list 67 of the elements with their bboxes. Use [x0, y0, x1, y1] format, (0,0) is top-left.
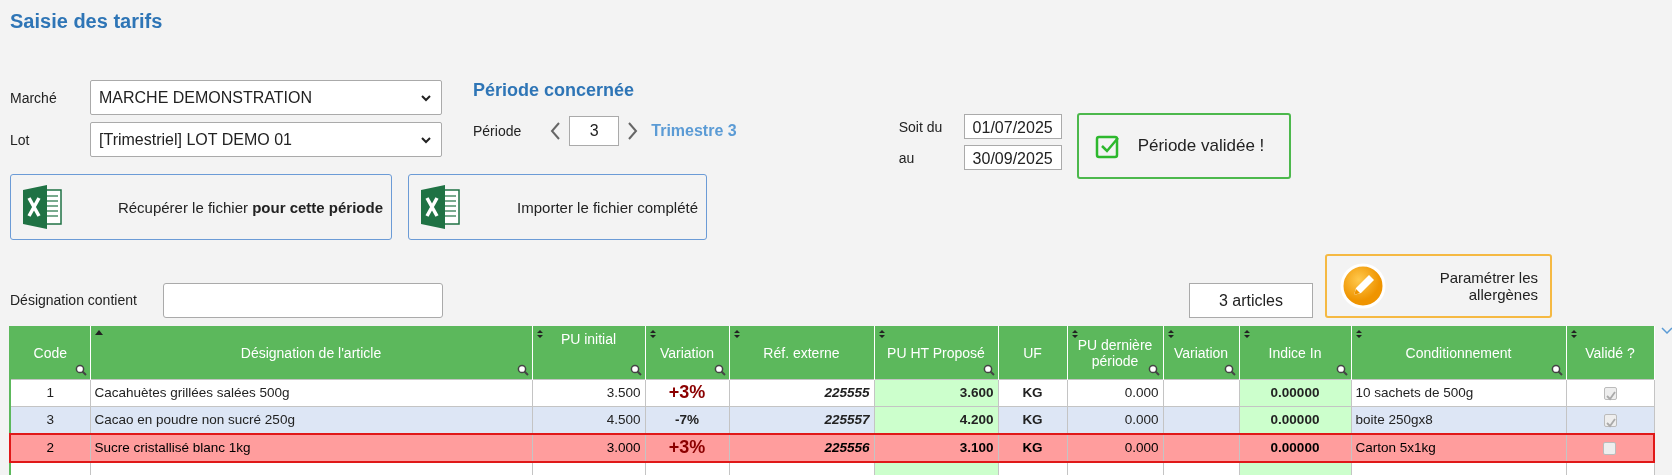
table-cell: Sucre cristallisé blanc 1kg [94, 440, 251, 455]
table-cell: 1 [46, 385, 54, 400]
export-button[interactable]: Récupérer le fichier pour cette période [10, 174, 392, 240]
table-cell: 0.000 [1124, 385, 1159, 400]
table-cell: 0.000 [1124, 412, 1159, 427]
column-header[interactable]: Réf. externe [763, 344, 840, 361]
table-cell: 0.00000 [1270, 385, 1320, 400]
table-cell: 3.600 [959, 385, 994, 400]
pencil-icon [1339, 262, 1387, 310]
table-cell: 3.100 [959, 440, 994, 455]
dropdown[interactable]: [Trimestriel] LOT DEMO 01 [90, 122, 442, 157]
table-cell: KG [1022, 440, 1043, 455]
variation-value: +3% [668, 382, 706, 402]
table-cell: KG [1022, 412, 1043, 427]
chevron-icon [1661, 326, 1672, 335]
export-button[interactable]: Importer le fichier complété [408, 174, 707, 240]
table-cell: Carton 5x1kg [1355, 440, 1436, 455]
page-title: Saisie des tarifs [10, 10, 164, 34]
table-cell: 0.00000 [1270, 412, 1320, 427]
table-cell: 4.500 [606, 412, 641, 427]
table-cell: 225555 [824, 385, 870, 400]
column-header[interactable]: Indice In [1268, 344, 1322, 361]
variation-value: -7% [675, 412, 699, 427]
table-cell: boite 250gx8 [1355, 412, 1433, 427]
column-header[interactable]: Désignation de l'article [240, 344, 382, 361]
date-field[interactable]: 30/09/2025 [963, 145, 1062, 170]
table-cell: 4.200 [959, 412, 994, 427]
previous-icon[interactable] [549, 121, 562, 141]
field-label: Marché [10, 89, 58, 106]
table-row[interactable]: 3 Cacao en poudre non sucré 250g 4.500 -7% 225557 4.200 KG 0.000 0.00000 boite 250gx8 [10, 406, 1654, 434]
status-text: Période validée ! [1137, 136, 1265, 156]
dropdown[interactable]: MARCHE DEMONSTRATION [90, 80, 442, 115]
period-name: Trimestre 3 [651, 122, 737, 140]
table-row[interactable]: 2 Sucre cristallisé blanc 1kg 3.000 +3% 225556 3.100 KG 0.000 0.00000 Carton 5x1kg [10, 434, 1654, 462]
field-label: Lot [10, 131, 31, 148]
field-label: Soit du [898, 118, 944, 135]
column-header[interactable]: PU initial [560, 331, 617, 347]
table-cell: 2 [46, 440, 54, 455]
table-cell: Cacao en poudre non sucré 250g [94, 412, 295, 427]
allergen-button[interactable]: Paramétrer les allergènes [1325, 254, 1552, 318]
variation-value: +3% [668, 437, 706, 457]
table-cell: 225556 [824, 440, 870, 455]
search-field[interactable] [163, 283, 443, 318]
column-header[interactable]: Code [33, 344, 67, 361]
table-cell: 10 sachets de 500g [1355, 385, 1474, 400]
column-header[interactable]: Conditionnement [1405, 344, 1512, 361]
table-cell: 0.00000 [1270, 440, 1320, 455]
spreadsheet-icon [419, 184, 461, 230]
spreadsheet-icon [21, 184, 63, 230]
period-field[interactable]: 3 [569, 116, 620, 146]
field-label: au [898, 149, 916, 166]
column-header[interactable]: UF [1023, 344, 1042, 361]
column-header[interactable]: Validé ? [1585, 344, 1635, 361]
section-heading: Période concernée [473, 80, 636, 101]
table-cell: 3.000 [606, 440, 641, 455]
table-row[interactable]: 1 Cacahuètes grillées salées 500g 3.500 +3% 225555 3.600 KG 0.000 0.00000 10 sachets de 500g [10, 379, 1654, 407]
table-cell: Cacahuètes grillées salées 500g [94, 385, 290, 400]
table-cell: 3.500 [606, 385, 641, 400]
date-field[interactable]: 01/07/2025 [963, 114, 1062, 139]
field-label: Désignation contient [10, 291, 138, 310]
table-cell: KG [1022, 385, 1043, 400]
table-cell: 3 [46, 412, 54, 427]
table-cell: 225557 [824, 412, 870, 427]
field-label: Période [473, 123, 522, 139]
table-cell: 0.000 [1124, 440, 1159, 455]
next-icon[interactable] [627, 121, 640, 141]
count-label: 3 articles [1189, 283, 1313, 318]
